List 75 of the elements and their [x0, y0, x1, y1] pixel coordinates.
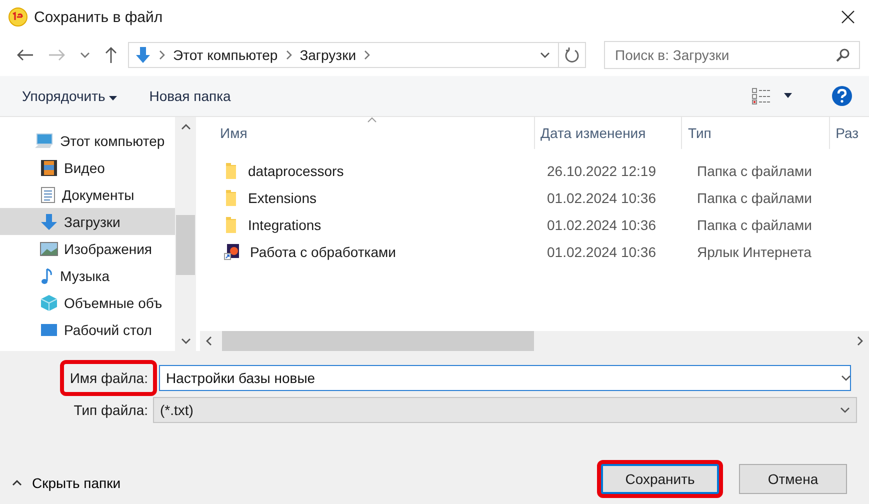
cube-icon [40, 294, 58, 312]
file-name[interactable]: Extensions [248, 190, 316, 206]
desktop-icon [40, 322, 58, 336]
scroll-right-icon[interactable] [857, 336, 863, 346]
document-icon [40, 186, 56, 204]
chevron-right-icon [159, 50, 165, 60]
date-cell-text: 01.02.2024 10:36 [546, 190, 657, 206]
film-strip-icon [40, 158, 58, 176]
file-name[interactable]: dataprocessors [248, 162, 344, 178]
up-arrow-icon[interactable] [104, 46, 118, 64]
date-cell-text: 01.02.2024 10:36 [546, 244, 657, 260]
scroll-left-icon[interactable] [206, 336, 212, 346]
type-cell-text: Ярлык Интернета [696, 244, 812, 260]
folder-icon [224, 216, 238, 234]
file-name[interactable]: Работа с обработками [250, 244, 396, 260]
back-arrow-icon[interactable] [16, 48, 34, 62]
window-title: Сохранить в файл [34, 8, 164, 26]
filetype-dropdown[interactable]: (*.txt) [153, 397, 857, 423]
chevron-right-icon [286, 50, 292, 60]
hide-folders-button[interactable]: Скрыть папки [6, 469, 127, 497]
sidebar-item[interactable]: Загрузки [0, 208, 175, 235]
new-folder-button[interactable]: Новая папка [139, 84, 241, 108]
date-cell-text: 26.10.2022 12:19 [546, 162, 657, 178]
computer-icon [34, 132, 54, 150]
download-arrow-icon [40, 212, 58, 230]
sidebar-item[interactable]: Рабочий стол [0, 316, 175, 343]
scrollbar-thumb[interactable] [222, 331, 534, 351]
search-icon [836, 48, 850, 62]
column-header[interactable]: Дата изменения [534, 117, 682, 149]
scroll-down-icon[interactable] [180, 338, 190, 344]
view-options-icon[interactable] [751, 87, 771, 105]
sidebar-item[interactable]: Документы [0, 181, 175, 208]
chevron-down-icon[interactable] [841, 374, 851, 382]
folder-icon [224, 188, 238, 206]
chevron-right-icon [364, 50, 370, 60]
column-header[interactable]: Имя [200, 117, 535, 149]
close-icon[interactable] [841, 10, 855, 24]
caret-up-icon [12, 479, 22, 487]
caret-icon[interactable] [783, 93, 793, 99]
sidebar-item[interactable]: Видео [0, 154, 175, 181]
type-cell-text: Папка с файлами [696, 216, 813, 232]
music-note-icon [40, 266, 54, 284]
sidebar-item[interactable]: Этот компьютер [0, 127, 175, 154]
scroll-up-icon[interactable] [180, 124, 190, 130]
type-cell-text: Папка с файлами [696, 190, 813, 206]
chevron-down-icon[interactable] [80, 51, 90, 59]
scrollbar-thumb[interactable] [176, 215, 195, 275]
app-logo-icon [8, 7, 28, 27]
sidebar-item[interactable]: Объемные объ [0, 289, 175, 316]
type-cell-text: Папка с файлами [696, 162, 813, 178]
sidebar-item[interactable]: Музыка [0, 262, 175, 289]
search-field[interactable]: Поиск в: Загрузки [604, 41, 860, 69]
download-arrow-icon [135, 46, 151, 64]
organize-menu-button[interactable]: Упорядочить [12, 84, 128, 108]
breadcrumb-item[interactable]: Загрузки [300, 47, 356, 63]
file-name[interactable]: Integrations [248, 216, 322, 232]
column-header[interactable]: Раз [830, 117, 869, 149]
date-cell-text: 01.02.2024 10:36 [546, 216, 657, 232]
refresh-icon[interactable] [564, 47, 580, 63]
chevron-down-icon[interactable] [540, 51, 550, 59]
chevron-down-icon[interactable] [840, 406, 850, 414]
breadcrumb-item[interactable]: Этот компьютер [173, 47, 278, 63]
address-bar[interactable]: Этот компьютер Загрузки [128, 42, 586, 68]
folder-icon [224, 162, 238, 180]
shortcut-icon [224, 242, 240, 260]
field-label: Тип файла: [74, 402, 148, 418]
picture-icon [40, 240, 58, 256]
cancel-button[interactable]: Отмена [739, 464, 847, 494]
sidebar-item[interactable]: Изображения [0, 235, 175, 262]
caret-icon [109, 96, 118, 101]
save-button[interactable]: Сохранить [601, 464, 719, 494]
filename-field[interactable]: Настройки базы новые [159, 365, 851, 391]
help-icon[interactable] [831, 85, 853, 107]
column-header[interactable]: Тип [682, 117, 830, 149]
sort-up-icon [366, 117, 377, 123]
